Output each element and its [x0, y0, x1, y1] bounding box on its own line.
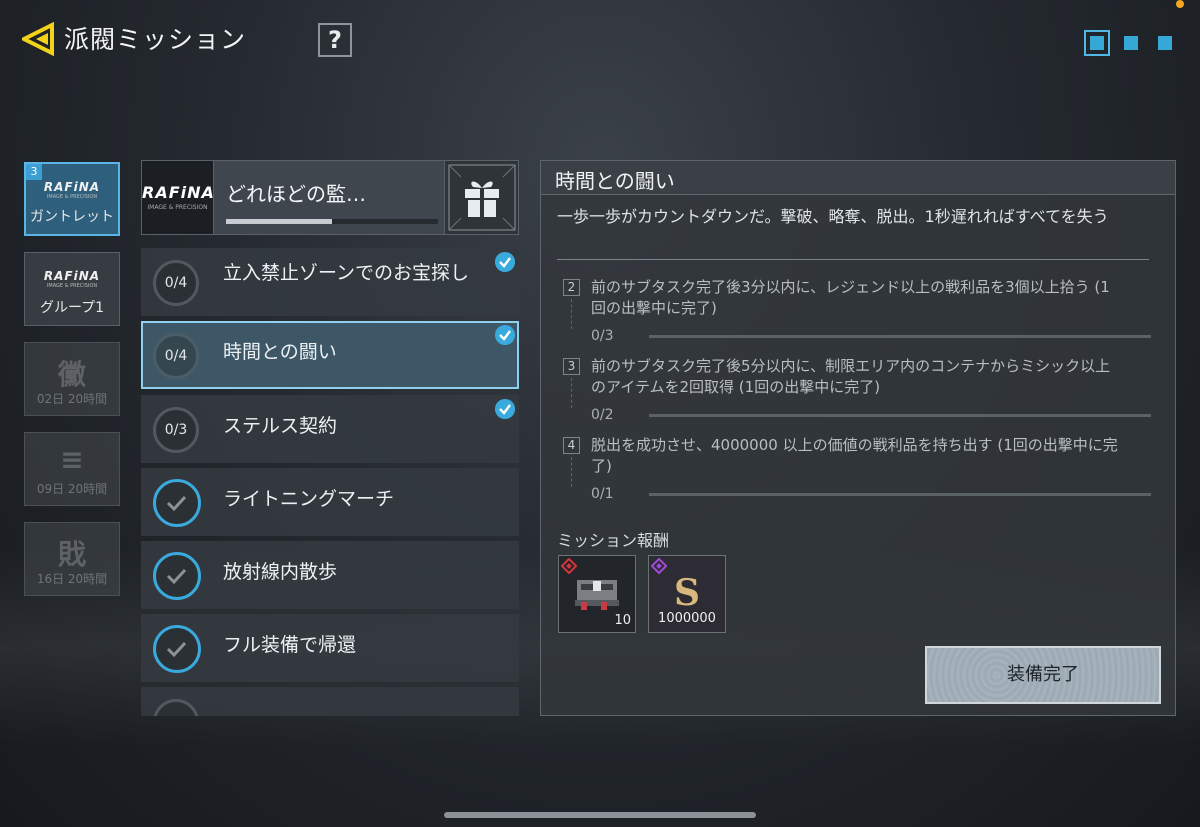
mission-item[interactable]: 0/4 立入禁止ゾーンでのお宝探し — [141, 248, 519, 316]
subtask-number: 3 — [563, 358, 580, 375]
completed-check-icon — [153, 625, 201, 673]
category-timer: 09日 20時間 — [36, 482, 108, 496]
category-locked-2[interactable]: ≡ 09日 20時間 — [24, 432, 120, 506]
subtask-item: 2 前のサブタスク完了後3分以内に、レジェンド以上の戦利品を3個以上拾う (1回… — [563, 277, 1153, 347]
rafina-logo-sub: IMAGE & PRECISION — [46, 194, 98, 200]
rafina-logo: RAFiNA — [142, 183, 215, 202]
mission-counter: 0/3 — [153, 407, 199, 453]
subtask-item: 4 脱出を成功させ、4000000 以上の価値の戦利品を持ち出す (1回の出撃中… — [563, 435, 1153, 505]
subtask-progress-text: 0/1 — [591, 486, 614, 502]
check-icon — [495, 325, 515, 345]
category-group1[interactable]: RAFiNA IMAGE & PRECISION グループ1 — [24, 252, 120, 326]
rafina-logo-sub: IMAGE & PRECISION — [147, 204, 208, 211]
detail-description: 一歩一歩がカウントダウンだ。撃破、略奪、脱出。1秒遅れればすべてを失う — [557, 207, 1109, 226]
mission-group-title: どれほどの監… — [226, 182, 366, 206]
page-title: 派閥ミッション — [64, 25, 247, 54]
category-timer: 02日 20時間 — [36, 392, 108, 406]
divider — [557, 259, 1149, 260]
back-button[interactable] — [19, 21, 56, 57]
subtask-progress-text: 0/3 — [591, 328, 614, 344]
page-dot-1[interactable] — [1084, 30, 1110, 56]
subtask-progress-bar — [649, 414, 1151, 417]
status-indicator-dot — [1176, 0, 1184, 8]
back-arrow-icon — [19, 21, 54, 57]
completed-check-icon — [153, 479, 201, 527]
mission-counter: 0/4 — [153, 260, 199, 306]
mission-item-completed[interactable]: フル装備で帰還 — [141, 614, 519, 682]
mission-group-progress — [226, 219, 438, 224]
mission-title: ライトニングマーチ — [223, 488, 395, 510]
faction-emblem-icon: 黴 — [57, 358, 86, 391]
faction-emblem-icon: ≡ — [60, 443, 84, 476]
mission-title: 時間との闘い — [223, 341, 337, 363]
currency-icon: S — [674, 572, 700, 614]
mission-group-header[interactable]: RAFiNA IMAGE & PRECISION どれほどの監… — [141, 160, 519, 235]
subtask-connector — [571, 299, 572, 329]
equip-complete-button[interactable]: 装備完了 — [925, 646, 1161, 704]
faction-emblem-icon: 戝 — [57, 538, 86, 571]
category-label: ガントレット — [30, 209, 114, 225]
mission-item-partial[interactable] — [141, 687, 519, 716]
mission-counter — [153, 699, 199, 716]
mission-counter: 0/4 — [153, 333, 199, 379]
mission-item-selected[interactable]: 0/4 時間との闘い — [141, 321, 519, 389]
category-locked-3[interactable]: 戝 16日 20時間 — [24, 522, 120, 596]
mission-title: ステルス契約 — [223, 415, 338, 437]
mission-title: 立入禁止ゾーンでのお宝探し — [223, 262, 470, 284]
mission-detail-panel: 時間との闘い 一歩一歩がカウントダウンだ。撃破、略奪、脱出。1秒遅れればすべてを… — [540, 160, 1176, 716]
rafina-logo: RAFiNA — [43, 180, 101, 194]
category-count-badge: 3 — [26, 164, 42, 180]
subtask-progress-bar — [649, 335, 1151, 338]
rafina-logo: RAFiNA — [43, 269, 101, 283]
gift-icon — [448, 164, 516, 231]
subtask-number: 2 — [563, 279, 580, 296]
completed-check-icon — [153, 552, 201, 600]
subtask-text: 前のサブタスク完了後3分以内に、レジェンド以上の戦利品を3個以上拾う (1回の出… — [591, 278, 1110, 317]
detail-title: 時間との闘い — [555, 169, 675, 193]
mission-group-logo: RAFiNA IMAGE & PRECISION — [142, 161, 214, 234]
subtask-progress-bar — [649, 493, 1151, 496]
reward-section-label: ミッション報酬 — [557, 531, 670, 550]
category-gauntlet[interactable]: 3 RAFiNA IMAGE & PRECISION ガントレット — [24, 162, 120, 236]
mission-list[interactable]: 0/4 立入禁止ゾーンでのお宝探し 0/4 時間との闘い 0/3 ステルス契約 … — [141, 244, 519, 716]
subtask-number: 4 — [563, 437, 580, 454]
category-timer: 16日 20時間 — [36, 572, 108, 586]
mission-title: 放射線内散歩 — [223, 561, 338, 583]
reward-quantity: 1000000 — [658, 611, 716, 626]
page-dot-3[interactable] — [1158, 36, 1172, 50]
subtask-item: 3 前のサブタスク完了後5分以内に、制限エリア内のコンテナからミシック以上のアイ… — [563, 356, 1153, 426]
reward-quantity: 10 — [614, 613, 631, 628]
subtask-connector — [571, 457, 572, 487]
mission-item-completed[interactable]: 放射線内散歩 — [141, 541, 519, 609]
help-button[interactable]: ? — [318, 23, 352, 57]
subtask-text: 脱出を成功させ、4000000 以上の価値の戦利品を持ち出す (1回の出撃中に完… — [591, 436, 1118, 475]
check-icon — [495, 399, 515, 419]
page-dot-2[interactable] — [1124, 36, 1138, 50]
reward-item-equipment[interactable]: 10 — [558, 555, 636, 633]
category-locked-1[interactable]: 黴 02日 20時間 — [24, 342, 120, 416]
subtask-connector — [571, 378, 572, 408]
subtask-progress-text: 0/2 — [591, 407, 614, 423]
home-indicator-bar[interactable] — [444, 812, 756, 818]
detail-header: 時間との闘い — [541, 161, 1175, 195]
subtask-text: 前のサブタスク完了後5分以内に、制限エリア内のコンテナからミシック以上のアイテム… — [591, 357, 1111, 396]
mission-title: フル装備で帰還 — [223, 634, 357, 656]
rafina-logo-sub: IMAGE & PRECISION — [46, 283, 98, 289]
category-label: グループ1 — [39, 300, 105, 316]
mission-item[interactable]: 0/3 ステルス契約 — [141, 395, 519, 463]
progress-fill — [226, 219, 332, 224]
page-indicator — [1084, 30, 1172, 56]
mission-item-completed[interactable]: ライトニングマーチ — [141, 468, 519, 536]
gift-button[interactable] — [444, 161, 518, 234]
reward-item-currency[interactable]: S 1000000 — [648, 555, 726, 633]
check-icon — [495, 252, 515, 272]
